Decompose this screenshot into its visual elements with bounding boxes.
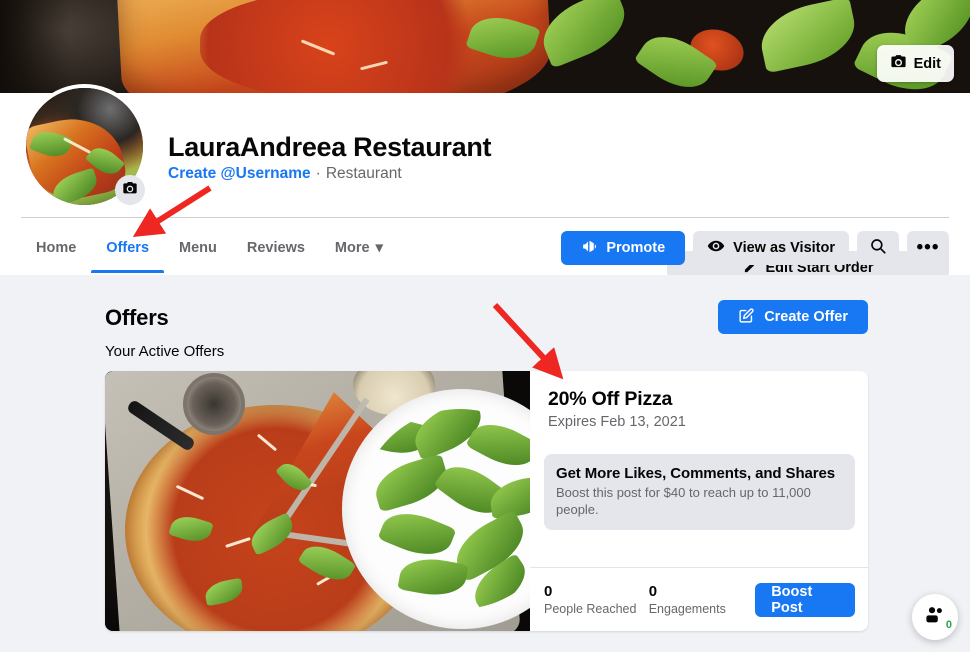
tab-more-label: More — [334, 240, 370, 256]
tab-menu-label: Menu — [179, 240, 217, 256]
tab-reviews[interactable]: Reviews — [232, 223, 320, 273]
offer-image[interactable] — [105, 371, 530, 631]
subline-separator: · — [315, 165, 321, 182]
tab-offers[interactable]: Offers — [91, 223, 164, 273]
offers-content: Offers Your Active Offers Create Offer 2… — [0, 275, 970, 652]
profile-header: LauraAndreea Restaurant Create @Username… — [0, 84, 970, 285]
promote-button[interactable]: Promote — [561, 231, 686, 265]
engagements-label: Engagements — [648, 601, 726, 616]
chevron-down-icon: ▾ — [375, 240, 383, 256]
cover-edit-button[interactable]: Edit — [876, 45, 954, 82]
facebook-page-offers-screen: Edit LauraAndreea Restaurant Create @Use… — [0, 0, 970, 652]
tab-more[interactable]: More ▾ — [320, 223, 398, 273]
megaphone-icon — [581, 238, 598, 259]
boost-post-label: Boost Post — [771, 583, 813, 616]
tab-offers-label: Offers — [106, 240, 150, 256]
create-offer-label: Create Offer — [764, 309, 848, 325]
stat-people-reached: 0 People Reached — [544, 583, 649, 616]
engagements-value: 0 — [648, 583, 658, 601]
offer-title: 20% Off Pizza — [548, 388, 673, 410]
people-reached-value: 0 — [544, 583, 553, 601]
page-category: Restaurant — [325, 165, 402, 182]
cover-photo-image — [0, 0, 970, 93]
search-button[interactable] — [857, 231, 899, 265]
offer-details: 20% Off Pizza Expires Feb 13, 2021 Get M… — [530, 371, 868, 631]
boost-promo-description: Boost this post for $40 to reach up to 1… — [556, 485, 811, 518]
active-offers-subheading: Your Active Offers — [105, 343, 225, 360]
search-icon — [869, 237, 887, 260]
tab-menu[interactable]: Menu — [164, 223, 232, 273]
create-offer-button[interactable]: Create Offer — [718, 300, 868, 334]
chat-contacts-widget[interactable]: 0 — [912, 594, 958, 640]
cover-edit-label: Edit — [913, 55, 941, 72]
camera-icon — [122, 180, 138, 201]
page-title: LauraAndreea Restaurant — [168, 132, 492, 162]
tab-home-label: Home — [36, 240, 77, 256]
offer-card[interactable]: 20% Off Pizza Expires Feb 13, 2021 Get M… — [105, 371, 868, 631]
cover-photo[interactable]: Edit — [0, 0, 970, 93]
contacts-icon — [923, 603, 947, 632]
eye-icon — [707, 237, 725, 259]
offer-stats-row: 0 People Reached 0 Engagements Boost Pos… — [530, 567, 868, 631]
tab-home[interactable]: Home — [21, 223, 91, 273]
people-reached-label: People Reached — [544, 601, 637, 616]
chat-badge-count: 0 — [945, 619, 952, 631]
view-as-visitor-button[interactable]: View as Visitor — [693, 231, 849, 265]
view-as-visitor-label: View as Visitor — [733, 240, 835, 256]
stat-engagements: 0 Engagements — [649, 583, 755, 616]
header-action-buttons: Promote View as Visitor ••• — [561, 231, 949, 265]
create-username-link[interactable]: Create @Username — [168, 165, 311, 183]
offers-heading: Offers — [105, 305, 169, 330]
promote-label: Promote — [606, 240, 666, 256]
compose-square-icon — [738, 307, 755, 328]
profile-photo-camera-button[interactable] — [115, 175, 145, 205]
offer-expiry: Expires Feb 13, 2021 — [548, 414, 686, 430]
tab-reviews-label: Reviews — [246, 240, 305, 256]
ellipsis-icon: ••• — [916, 237, 940, 258]
boost-promo-box[interactable]: Get More Likes, Comments, and Shares Boo… — [544, 454, 856, 531]
header-divider — [21, 217, 949, 218]
camera-icon — [890, 53, 907, 74]
boost-promo-title: Get More Likes, Comments, and Shares — [556, 465, 835, 482]
boost-post-button[interactable]: Boost Post — [755, 582, 856, 617]
page-nav-tabs: Home Offers Menu Reviews More ▾ — [21, 223, 398, 273]
more-options-button[interactable]: ••• — [907, 231, 949, 265]
profile-photo-wrap[interactable] — [22, 84, 147, 209]
profile-subline: Create @Username · Restaurant — [168, 165, 402, 183]
